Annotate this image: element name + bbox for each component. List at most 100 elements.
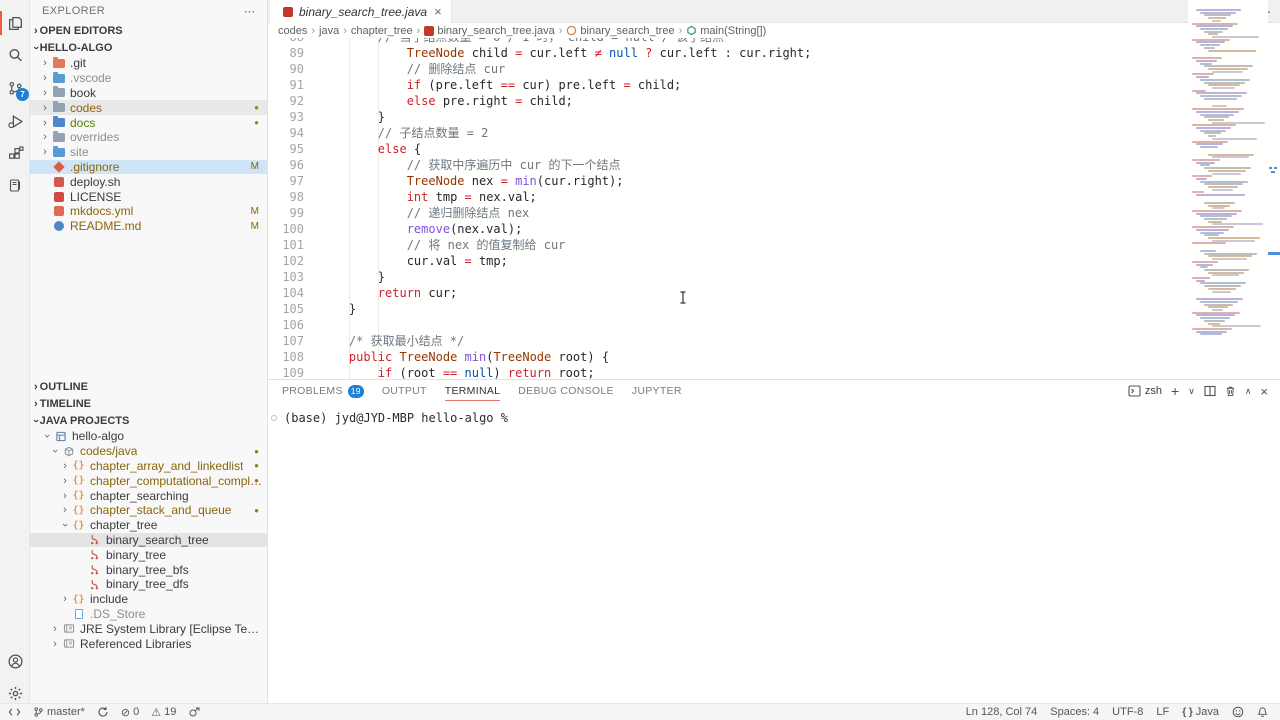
status-ln-128-col-74[interactable]: Ln 128, Col 74 <box>966 706 1038 718</box>
bell-icon <box>1257 706 1268 718</box>
square-icon <box>52 176 65 188</box>
panel-tab-label: PROBLEMS <box>282 385 343 397</box>
tree-item-chapter-array-and-linkedlist[interactable]: ›{}chapter_array_and_linkedlist● <box>30 459 267 474</box>
status-error[interactable]: ⊘0 <box>121 706 139 719</box>
sidebar-more-icon[interactable]: ⋯ <box>244 5 255 18</box>
panel-tab-terminal[interactable]: TERMINAL <box>445 380 501 402</box>
breadcrumb-item[interactable]: java <box>319 25 339 37</box>
tree-item-binary-search-tree[interactable]: binary_search_tree <box>30 533 267 548</box>
folder-icon <box>52 57 65 69</box>
chevron-icon: › <box>59 520 71 530</box>
split-terminal-button[interactable] <box>1204 385 1216 397</box>
java-projects-section[interactable]: › JAVA PROJECTS <box>30 412 267 429</box>
close-panel-icon[interactable]: × <box>1260 384 1268 399</box>
activity-source-control[interactable]: 7 <box>0 73 30 103</box>
tab-binary-search-tree[interactable]: binary_search_tree.java × <box>270 0 452 23</box>
status-branch[interactable]: master* <box>33 706 85 718</box>
terminal-prompt[interactable]: (base) jyd@JYD-MBP hello-algo % <box>284 411 508 425</box>
activity-explorer[interactable] <box>0 8 30 38</box>
tree-item-codes-java[interactable]: ›codes/java● <box>30 444 267 459</box>
tree-item-label: chapter_computational_complexity <box>90 474 267 488</box>
tree-item-binary-tree-dfs[interactable]: binary_tree_dfs <box>30 577 267 592</box>
minimap[interactable] <box>1188 0 1268 379</box>
panel-tab-debug-console[interactable]: DEBUG CONSOLE <box>518 380 614 402</box>
code-line: 109 if (root == null) return root; <box>268 365 1188 379</box>
status-spaces-4[interactable]: Spaces: 4 <box>1050 706 1099 718</box>
code-text: // 当子结点数量 = 0 / 1 时， child = null / 该子结点 <box>304 38 724 45</box>
fork-icon <box>88 549 101 561</box>
tree-item-chapter-stack-and-queue[interactable]: ›{}chapter_stack_and_queue● <box>30 503 267 518</box>
tree-item-readme-md[interactable]: README.mdM <box>30 219 267 234</box>
tree-item-chapter-searching[interactable]: ›{}chapter_searching <box>30 488 267 503</box>
kill-terminal-button[interactable] <box>1225 385 1236 397</box>
tree-item-referenced-libraries[interactable]: ›Referenced Libraries <box>30 636 267 651</box>
status-braces-s[interactable]: { }Java <box>1182 706 1219 718</box>
code-line: 99 // 递归删除结点 nex <box>268 205 1188 221</box>
java-file-icon <box>281 6 294 18</box>
status-remote[interactable] <box>8 707 21 718</box>
breadcrumb-item[interactable]: codes <box>278 25 307 37</box>
tree-item-include[interactable]: ›{}include <box>30 592 267 607</box>
tree-item-docs[interactable]: ›docs● <box>30 115 267 130</box>
tree-item-deploy-sh[interactable]: deploy.sh <box>30 174 267 189</box>
status-label: Spaces: 4 <box>1050 706 1099 718</box>
open-editors-section[interactable]: › OPEN EDITORS <box>30 22 267 39</box>
breadcrumb-separator: › <box>679 25 683 37</box>
activity-notebook[interactable] <box>0 170 30 200</box>
timeline-section[interactable]: › TIMELINE <box>30 395 267 412</box>
terminal-picker[interactable]: zsh <box>1128 385 1162 397</box>
status-sync[interactable] <box>97 706 109 718</box>
breadcrumb-item[interactable]: binary_search_tree.java <box>424 25 554 37</box>
tree-item-chapter-computational-complexity[interactable]: ›{}chapter_computational_complexity● <box>30 473 267 488</box>
tree-item-chapter-tree[interactable]: ›{}chapter_tree <box>30 518 267 533</box>
tree-item-codes[interactable]: ›codes● <box>30 100 267 115</box>
tree-item--gitignore[interactable]: .gitignoreM <box>30 160 267 175</box>
activity-extensions[interactable] <box>0 139 30 169</box>
tree-item-overrides[interactable]: ›overrides <box>30 130 267 145</box>
code-text <box>304 317 320 333</box>
tree-item-jre-system-library-eclipse-temurin-17-17-[interactable]: ›JRE System Library [Eclipse Temurin 17 … <box>30 621 267 636</box>
status-utf-8[interactable]: UTF-8 <box>1112 706 1143 718</box>
outline-section[interactable]: › OUTLINE <box>30 378 267 395</box>
chevron-right-icon: › <box>34 381 38 393</box>
terminal-dropdown-icon[interactable]: ∨ <box>1188 386 1195 397</box>
overview-ruler[interactable] <box>1268 0 1280 379</box>
new-terminal-button[interactable]: + <box>1171 383 1179 399</box>
tree-item-mkdocs-yml[interactable]: mkdocs.ymlM <box>30 204 267 219</box>
breadcrumb-label: chapter_tree <box>351 25 413 37</box>
panel-tab-problems[interactable]: PROBLEMS19 <box>282 380 364 402</box>
tree-item-label: .git <box>70 56 86 70</box>
braces-icon: {} <box>72 504 85 516</box>
tree-item-binary-tree[interactable]: binary_tree <box>30 547 267 562</box>
code-area[interactable]: 88 // 当子结点数量 = 0 / 1 时， child = null / 该… <box>268 38 1188 379</box>
tree-item-hello-algo[interactable]: ›hello-algo <box>30 429 267 444</box>
tree-item--git[interactable]: ›.git <box>30 56 267 71</box>
status-label: Java <box>1196 706 1219 718</box>
breadcrumb-item[interactable]: main(String[]) <box>686 25 766 37</box>
status-lf[interactable]: LF <box>1156 706 1169 718</box>
status-launch[interactable] <box>188 706 200 718</box>
tree-item-binary-tree-bfs[interactable]: binary_tree_bfs <box>30 562 267 577</box>
panel-tab-jupyter[interactable]: JUPYTER <box>632 380 682 402</box>
tree-item--vscode[interactable]: ›.vscode <box>30 71 267 86</box>
status-warn[interactable]: ⚠19 <box>151 706 176 719</box>
method-icon <box>686 25 697 36</box>
tree-item-label: chapter_searching <box>90 489 189 503</box>
status-bell[interactable] <box>1257 706 1268 718</box>
breadcrumb-item[interactable]: binary_search_tree <box>566 25 674 37</box>
tree-item-license[interactable]: LICENSE <box>30 189 267 204</box>
tab-close-icon[interactable]: × <box>434 4 442 19</box>
activity-account[interactable] <box>0 646 30 676</box>
status-bar: master* ⊘0 ⚠19 Ln 128, Col 74 Spaces: 4 UTF-… <box>0 703 1280 720</box>
status-smiley[interactable] <box>1232 706 1244 718</box>
root-folder-section[interactable]: › HELLO-ALGO <box>30 39 267 56</box>
activity-run-debug[interactable] <box>0 106 30 136</box>
tree-item--ds-store[interactable]: .DS_Store <box>30 607 267 622</box>
panel-tab-output[interactable]: OUTPUT <box>382 380 427 402</box>
tree-item-site[interactable]: ›site <box>30 145 267 160</box>
tree-item-book[interactable]: ›book <box>30 86 267 101</box>
maximize-panel-icon[interactable]: ∧ <box>1245 386 1252 397</box>
activity-search[interactable] <box>0 40 30 70</box>
line-number: 104 <box>268 285 304 301</box>
breadcrumb-item[interactable]: chapter_tree <box>351 25 413 37</box>
